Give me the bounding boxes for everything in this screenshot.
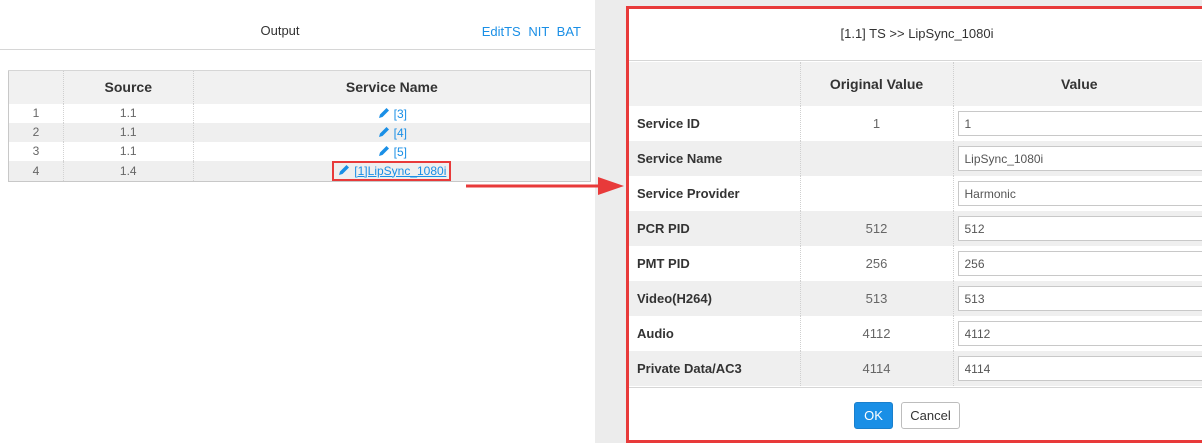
original-value: 513 — [799, 281, 953, 316]
column-header-service-name: Service Name — [193, 70, 591, 104]
output-panel-title: Output — [260, 23, 300, 38]
table-row[interactable]: 3 1.1 [5] — [8, 141, 591, 161]
row-index: 2 — [8, 122, 64, 142]
edit-service-dialog: [1.1] TS >> LipSync_1080i Original Value… — [626, 6, 1202, 443]
row-source: 1.1 — [63, 141, 194, 161]
bat-link[interactable]: BAT — [557, 24, 581, 39]
field-label: PMT PID — [637, 256, 690, 271]
row-service-name-cell: [4] — [193, 122, 591, 142]
pencil-icon[interactable] — [377, 144, 391, 158]
table-row: Video(H264) 513 — [629, 281, 1202, 316]
row-source: 1.1 — [63, 103, 194, 123]
service-provider-input[interactable] — [957, 181, 1202, 206]
cancel-button[interactable]: Cancel — [901, 402, 960, 429]
column-header-value: Value — [952, 62, 1202, 106]
private-data-pid-input[interactable] — [957, 356, 1202, 381]
panel-divider — [595, 0, 625, 443]
table-row: Service ID 1 — [629, 106, 1202, 141]
original-value: 1 — [799, 106, 953, 141]
original-value: 256 — [799, 246, 953, 281]
field-label: Private Data/AC3 — [629, 351, 800, 386]
table-row: PMT PID 256 — [629, 246, 1202, 281]
audio-pid-input[interactable] — [957, 321, 1202, 346]
column-header-index — [8, 70, 64, 104]
row-index: 1 — [8, 103, 64, 123]
pencil-icon[interactable] — [337, 163, 351, 177]
table-row[interactable]: 2 1.1 [4] — [8, 122, 591, 142]
table-header-row: Source Service Name — [8, 70, 591, 104]
dialog-footer: OK Cancel — [629, 387, 1202, 441]
field-label: Service ID — [637, 116, 700, 131]
service-name-link[interactable]: [1]LipSync_1080i — [354, 164, 446, 178]
service-name-link[interactable]: [5] — [394, 145, 407, 159]
pencil-icon[interactable] — [377, 125, 391, 139]
video-pid-input[interactable] — [957, 286, 1202, 311]
field-label: Service Name — [629, 141, 800, 176]
pcr-pid-input[interactable] — [957, 216, 1202, 241]
field-label: Audio — [637, 326, 674, 341]
table-row: Service Name — [629, 141, 1202, 176]
selected-service-highlight[interactable]: [1]LipSync_1080i — [332, 160, 452, 181]
output-services-table: Source Service Name 1 1.1 [3] 2 1.1 [4] … — [8, 70, 591, 182]
output-panel: Output EditTS NIT BAT Source Service Nam… — [0, 0, 595, 443]
edit-ts-link[interactable]: EditTS — [482, 24, 521, 39]
service-properties-table: Original Value Value Service ID 1 Servic… — [629, 62, 1202, 386]
field-label: Service Provider — [637, 186, 740, 201]
output-panel-header: Output EditTS NIT BAT — [0, 0, 595, 50]
pmt-pid-input[interactable] — [957, 251, 1202, 276]
table-row: Audio 4112 — [629, 316, 1202, 351]
field-label: PCR PID — [629, 211, 800, 246]
column-header-original-value: Original Value — [799, 62, 953, 106]
table-row[interactable]: 1 1.1 [3] — [8, 103, 591, 123]
service-name-input[interactable] — [957, 146, 1202, 171]
dialog-title: [1.1] TS >> LipSync_1080i — [629, 9, 1202, 61]
original-value — [799, 176, 953, 211]
row-index: 3 — [8, 141, 64, 161]
original-value: 4114 — [799, 351, 953, 386]
table-row: Private Data/AC3 4114 — [629, 351, 1202, 386]
service-id-input[interactable] — [957, 111, 1202, 136]
original-value — [799, 141, 953, 176]
field-label: Video(H264) — [629, 281, 800, 316]
original-value: 512 — [799, 211, 953, 246]
row-service-name-cell: [5] — [193, 142, 590, 161]
column-header-source: Source — [63, 70, 194, 104]
row-source: 1.1 — [63, 122, 194, 142]
table-header-row: Original Value Value — [629, 62, 1202, 106]
original-value: 4112 — [799, 316, 953, 351]
row-source: 1.4 — [63, 160, 194, 181]
ok-button[interactable]: OK — [854, 402, 893, 429]
row-service-name-cell: [3] — [193, 104, 590, 123]
arrow-right-icon — [466, 177, 624, 195]
row-index: 4 — [8, 160, 64, 181]
table-row: Service Provider — [629, 176, 1202, 211]
pencil-icon[interactable] — [377, 106, 391, 120]
column-header-field — [629, 62, 800, 106]
nit-link[interactable]: NIT — [528, 24, 549, 39]
output-panel-links: EditTS NIT BAT — [478, 24, 581, 39]
service-name-link[interactable]: [3] — [394, 107, 407, 121]
service-name-link[interactable]: [4] — [394, 126, 407, 140]
table-row: PCR PID 512 — [629, 211, 1202, 246]
